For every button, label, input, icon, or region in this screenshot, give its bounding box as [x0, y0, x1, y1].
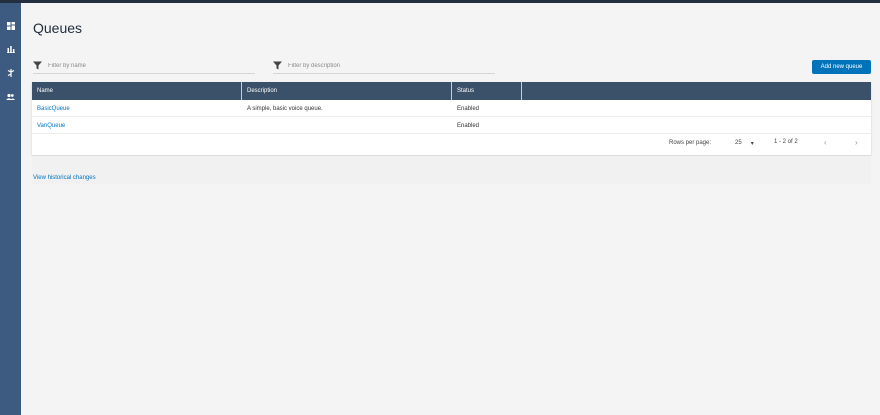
row-spacer: [522, 117, 871, 134]
add-new-queue-button[interactable]: Add new queue: [812, 60, 871, 74]
queue-status: Enabled: [457, 105, 480, 112]
column-header-description[interactable]: Description: [242, 82, 452, 100]
page-title: Queues: [33, 20, 83, 36]
table-header: Name Description Status: [32, 82, 871, 100]
bar-chart-icon[interactable]: [0, 42, 21, 56]
filter-icon: [33, 61, 42, 70]
row-spacer: [522, 100, 871, 117]
footer-panel: [32, 156, 871, 184]
rows-per-page-select[interactable]: 25 ▾: [735, 140, 754, 147]
table-row: BasicQueue A simple, basic voice queue. …: [32, 100, 871, 117]
next-page-icon[interactable]: ›: [855, 138, 858, 147]
description-filter-input[interactable]: [288, 59, 478, 72]
users-icon[interactable]: [0, 90, 21, 104]
queue-status: Enabled: [457, 122, 480, 129]
column-header-name[interactable]: Name: [32, 82, 242, 100]
view-historical-changes-link[interactable]: View historical changes: [33, 175, 96, 181]
table-row: VanQueue Enabled: [32, 117, 871, 134]
queue-name-link[interactable]: VanQueue: [32, 117, 242, 134]
column-header-status[interactable]: Status: [452, 82, 522, 100]
page-range: 1 - 2 of 2: [774, 139, 798, 145]
previous-page-icon[interactable]: ‹: [824, 138, 827, 147]
rows-per-page-label: Rows per page:: [669, 140, 712, 146]
queue-description: [242, 117, 452, 134]
sidebar: [0, 3, 21, 415]
caret-down-icon: ▾: [750, 141, 754, 147]
column-header-empty: [522, 82, 871, 100]
name-filter: [33, 58, 255, 74]
rows-per-page-value: 25: [735, 140, 742, 146]
queues-table: Name Description Status BasicQueue A sim…: [32, 82, 871, 155]
queue-name-link[interactable]: BasicQueue: [32, 100, 242, 117]
routing-icon[interactable]: [0, 66, 21, 80]
queue-description: A simple, basic voice queue.: [247, 105, 323, 112]
filter-icon: [273, 61, 282, 70]
pagination: Rows per page: 25 ▾ 1 - 2 of 2 ‹ ›: [32, 134, 871, 152]
name-filter-input[interactable]: [48, 59, 238, 72]
description-filter: [273, 58, 495, 74]
dashboard-icon[interactable]: [0, 19, 21, 33]
main-content: Queues Add new queue Name Description St…: [21, 3, 880, 415]
